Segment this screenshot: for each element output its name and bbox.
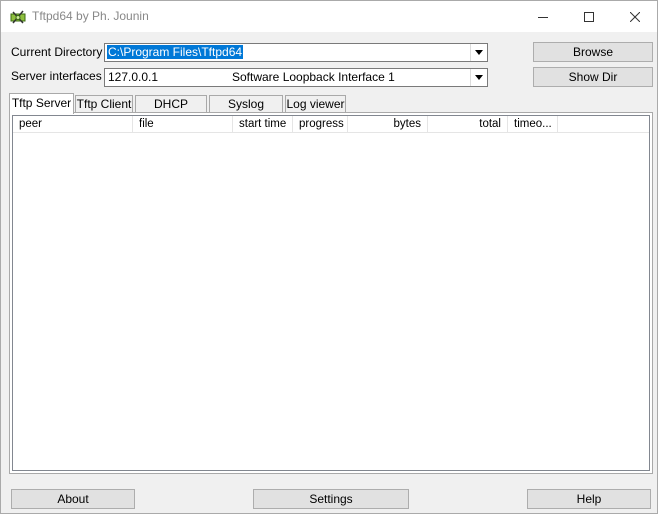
minimize-icon — [538, 16, 548, 18]
column-bytes[interactable]: bytes — [348, 116, 428, 133]
server-interface-ip: 127.0.0.1 — [108, 70, 159, 84]
tab-dhcp-server[interactable]: DHCP server — [135, 95, 207, 127]
tab-panel: peer file start time progress bytes tota… — [9, 112, 653, 474]
tab-tftp-server[interactable]: Tftp Server — [9, 93, 74, 114]
window-title: Tftpd64 by Ph. Jounin — [32, 9, 149, 23]
close-icon — [630, 11, 640, 22]
column-file[interactable]: file — [133, 116, 233, 133]
list-header: peer file start time progress bytes tota… — [13, 116, 649, 133]
current-directory-value[interactable]: C:\Program Files\Tftpd64 — [107, 45, 244, 59]
chevron-down-icon — [475, 50, 483, 55]
minimize-button[interactable] — [520, 1, 566, 32]
about-button[interactable]: About — [11, 489, 135, 509]
column-start-time[interactable]: start time — [233, 116, 293, 133]
column-timeout[interactable]: timeo... — [508, 116, 558, 133]
help-button[interactable]: Help — [527, 489, 651, 509]
server-interfaces-combo[interactable]: 127.0.0.1 Software Loopback Interface 1 — [104, 68, 488, 87]
directory-dropdown-button[interactable] — [470, 44, 487, 61]
maximize-icon — [584, 11, 594, 22]
main-window: Tftpd64 by Ph. Jounin Current Directory … — [0, 0, 658, 514]
server-interface-name: Software Loopback Interface 1 — [232, 70, 395, 84]
title-bar[interactable]: Tftpd64 by Ph. Jounin — [1, 1, 657, 32]
app-icon — [9, 8, 27, 26]
browse-button[interactable]: Browse — [533, 42, 653, 62]
transfer-list[interactable]: peer file start time progress bytes tota… — [12, 115, 650, 471]
current-directory-combo[interactable]: C:\Program Files\Tftpd64 — [104, 43, 488, 62]
tab-tftp-client[interactable]: Tftp Client — [75, 95, 133, 113]
interfaces-dropdown-button[interactable] — [470, 69, 487, 86]
show-dir-button[interactable]: Show Dir — [533, 67, 653, 87]
column-progress[interactable]: progress — [293, 116, 348, 133]
settings-button[interactable]: Settings — [253, 489, 409, 509]
column-total[interactable]: total — [428, 116, 508, 133]
server-interfaces-label: Server interfaces — [11, 69, 102, 83]
maximize-button[interactable] — [566, 1, 612, 32]
chevron-down-icon — [475, 75, 483, 80]
column-peer[interactable]: peer — [13, 116, 133, 133]
close-button[interactable] — [612, 1, 658, 32]
tab-syslog-server[interactable]: Syslog server — [209, 95, 283, 127]
tab-log-viewer[interactable]: Log viewer — [285, 95, 346, 113]
current-directory-label: Current Directory — [11, 45, 103, 59]
